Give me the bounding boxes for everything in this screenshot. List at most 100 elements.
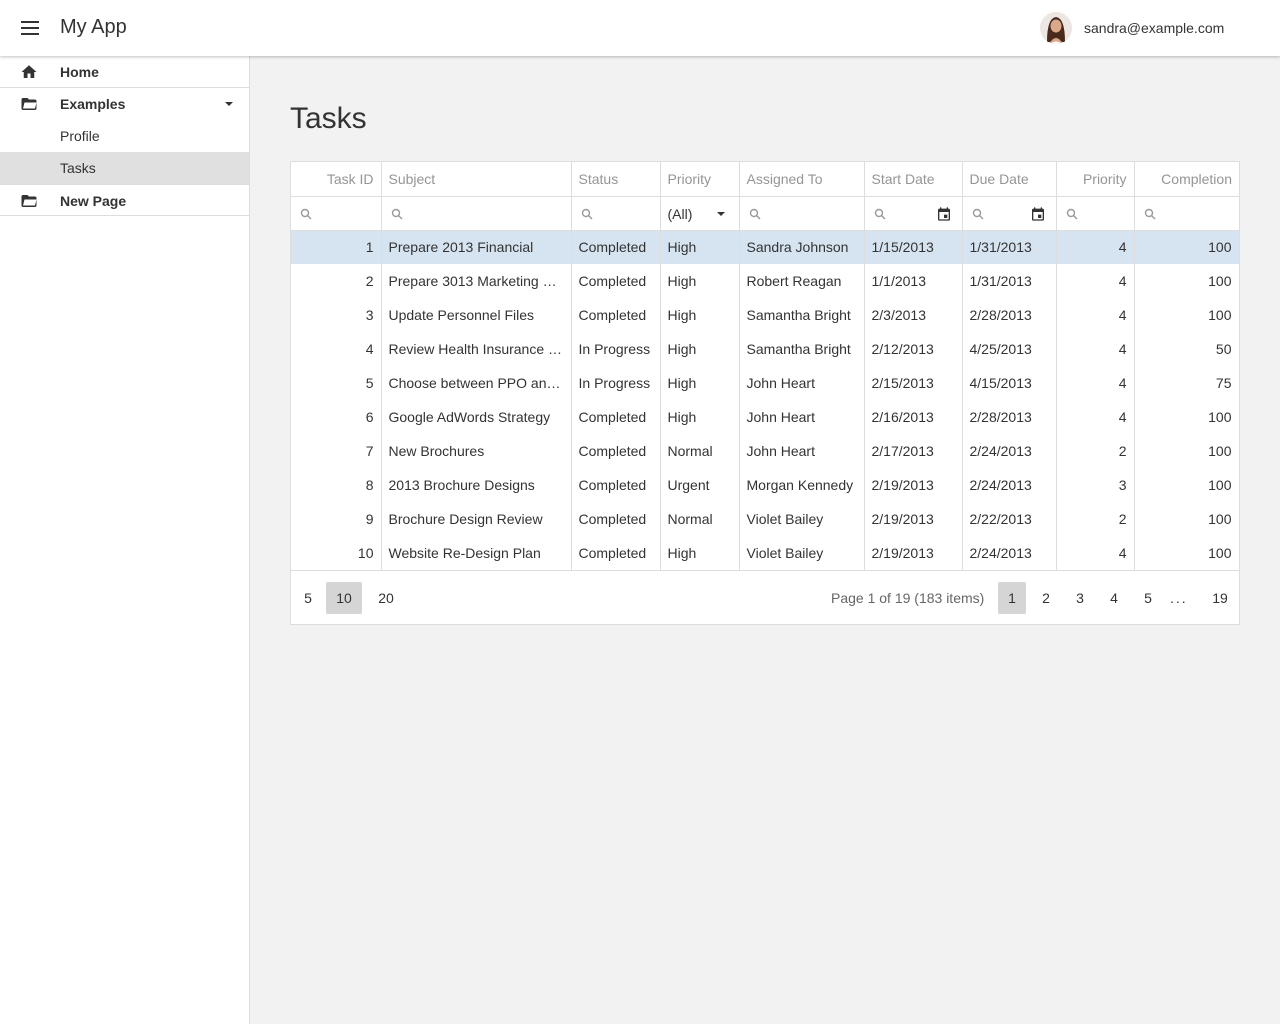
cell-subject[interactable]: Brochure Design Review: [381, 502, 572, 536]
filter-start-date[interactable]: [865, 197, 962, 230]
cell-due-date[interactable]: 2/22/2013: [962, 502, 1057, 536]
cell-due-date[interactable]: 2/24/2013: [962, 434, 1057, 468]
table-row[interactable]: 4Review Health Insurance OptionsIn Progr…: [291, 332, 1240, 366]
page-1-button[interactable]: 1: [998, 582, 1026, 614]
cell-priority[interactable]: High: [660, 332, 740, 366]
cell-completion[interactable]: 75: [1134, 366, 1240, 400]
page-4-button[interactable]: 4: [1100, 582, 1128, 614]
menu-icon[interactable]: [12, 10, 48, 46]
sidebar-item-examples[interactable]: Examples: [0, 88, 249, 120]
cell-completion[interactable]: 50: [1134, 332, 1240, 366]
cell-start-date[interactable]: 2/16/2013: [864, 400, 963, 434]
cell-status[interactable]: Completed: [571, 468, 661, 502]
cell-assigned-to[interactable]: Sandra Johnson: [739, 230, 865, 264]
cell-priority[interactable]: High: [660, 366, 740, 400]
cell-assigned-to[interactable]: Violet Bailey: [739, 502, 865, 536]
cell-due-date[interactable]: 4/25/2013: [962, 332, 1057, 366]
column-header-subject[interactable]: Subject: [381, 162, 572, 197]
cell-completion[interactable]: 100: [1134, 400, 1240, 434]
cell-due-date[interactable]: 4/15/2013: [962, 366, 1057, 400]
cell-task-id[interactable]: 6: [291, 400, 382, 434]
cell-start-date[interactable]: 2/3/2013: [864, 298, 963, 332]
cell-subject[interactable]: Choose between PPO and HMO: [381, 366, 572, 400]
cell-priority[interactable]: High: [660, 264, 740, 298]
page-size-10[interactable]: 10: [326, 582, 362, 614]
cell-subject[interactable]: Review Health Insurance Options: [381, 332, 572, 366]
sidebar-item-tasks[interactable]: Tasks: [0, 152, 249, 184]
cell-task-id[interactable]: 5: [291, 366, 382, 400]
cell-completion[interactable]: 100: [1134, 502, 1240, 536]
cell-priority-value[interactable]: 2: [1056, 502, 1135, 536]
table-row[interactable]: 5 Choose between PPO and HMO In Progress Hi…: [291, 366, 1240, 400]
column-header-assigned-to[interactable]: Assigned To: [739, 162, 865, 197]
table-row[interactable]: 9 Brochure Design Review Completed Normal Vi…: [291, 502, 1240, 536]
cell-subject[interactable]: Website Re-Design Plan: [381, 536, 572, 571]
filter-subject[interactable]: [382, 197, 571, 230]
cell-subject[interactable]: 2013 Brochure Designs: [381, 468, 572, 502]
calendar-icon[interactable]: [1030, 206, 1046, 222]
cell-start-date[interactable]: 2/19/2013: [864, 536, 963, 571]
cell-status[interactable]: In Progress: [571, 332, 661, 366]
cell-start-date[interactable]: 2/19/2013: [864, 468, 963, 502]
cell-assigned-to[interactable]: Violet Bailey: [739, 536, 865, 571]
cell-assigned-to[interactable]: Robert Reagan: [739, 264, 865, 298]
page-size-5[interactable]: 5: [297, 582, 319, 614]
cell-start-date[interactable]: 2/17/2013: [864, 434, 963, 468]
cell-start-date[interactable]: 1/1/2013: [864, 264, 963, 298]
filter-priority-select[interactable]: (All): [661, 197, 739, 230]
cell-priority[interactable]: High: [660, 298, 740, 332]
cell-subject[interactable]: Update Personnel Files: [381, 298, 572, 332]
filter-due-date[interactable]: [963, 197, 1056, 230]
cell-status[interactable]: Completed: [571, 400, 661, 434]
cell-start-date[interactable]: 1/15/2013: [864, 230, 963, 264]
cell-status[interactable]: Completed: [571, 298, 661, 332]
cell-assigned-to[interactable]: Samantha Bright: [739, 298, 865, 332]
cell-task-id[interactable]: 7: [291, 434, 382, 468]
cell-due-date[interactable]: 1/31/2013: [962, 230, 1057, 264]
cell-start-date[interactable]: 2/12/2013: [864, 332, 963, 366]
cell-priority-value[interactable]: 4: [1056, 536, 1135, 571]
table-row[interactable]: 7 New Brochures Completed Normal John Heart 2…: [291, 434, 1240, 468]
column-header-status[interactable]: Status: [571, 162, 661, 197]
cell-assigned-to[interactable]: Samantha Bright: [739, 332, 865, 366]
column-header-priority[interactable]: Priority: [660, 162, 740, 197]
cell-priority[interactable]: Normal: [660, 434, 740, 468]
column-header-start-date[interactable]: Start Date: [864, 162, 963, 197]
cell-due-date[interactable]: 2/28/2013: [962, 298, 1057, 332]
cell-priority-value[interactable]: 4: [1056, 366, 1135, 400]
cell-task-id[interactable]: 9: [291, 502, 382, 536]
cell-due-date[interactable]: 1/31/2013: [962, 264, 1057, 298]
cell-start-date[interactable]: 2/15/2013: [864, 366, 963, 400]
cell-completion[interactable]: 100: [1134, 298, 1240, 332]
page-size-20[interactable]: 20: [369, 582, 403, 614]
cell-task-id[interactable]: 3: [291, 298, 382, 332]
sidebar-item-new-page[interactable]: New Page: [0, 184, 249, 216]
table-row[interactable]: 6 Google AdWords Strategy Completed High Joh…: [291, 400, 1240, 434]
user-email[interactable]: sandra@example.com: [1084, 20, 1224, 36]
cell-task-id[interactable]: 2: [291, 264, 382, 298]
column-header-task-id[interactable]: Task ID: [291, 162, 382, 197]
filter-task-id[interactable]: [291, 197, 381, 230]
filter-completion[interactable]: [1135, 197, 1239, 230]
cell-subject[interactable]: Prepare 2013 Financial: [381, 230, 572, 264]
cell-assigned-to[interactable]: John Heart: [739, 400, 865, 434]
cell-priority-value[interactable]: 3: [1056, 468, 1135, 502]
cell-priority[interactable]: Urgent: [660, 468, 740, 502]
cell-assigned-to[interactable]: John Heart: [739, 434, 865, 468]
filter-status[interactable]: [572, 197, 660, 230]
filter-priority-value[interactable]: [1057, 197, 1134, 230]
cell-assigned-to[interactable]: John Heart: [739, 366, 865, 400]
column-header-completion[interactable]: Completion: [1134, 162, 1239, 197]
sidebar-item-profile[interactable]: Profile: [0, 120, 249, 152]
table-row[interactable]: 1 Prepare 2013 Financial Completed High Sand…: [291, 230, 1240, 264]
cell-task-id[interactable]: 1: [291, 230, 382, 264]
cell-priority-value[interactable]: 4: [1056, 230, 1135, 264]
cell-status[interactable]: Completed: [571, 434, 661, 468]
cell-status[interactable]: Completed: [571, 502, 661, 536]
cell-due-date[interactable]: 2/24/2013: [962, 536, 1057, 571]
cell-completion[interactable]: 100: [1134, 468, 1240, 502]
cell-priority[interactable]: High: [660, 400, 740, 434]
cell-task-id[interactable]: 8: [291, 468, 382, 502]
table-row[interactable]: 8 2013 Brochure Designs Completed Urgent Mor…: [291, 468, 1240, 502]
cell-priority-value[interactable]: 4: [1056, 400, 1135, 434]
